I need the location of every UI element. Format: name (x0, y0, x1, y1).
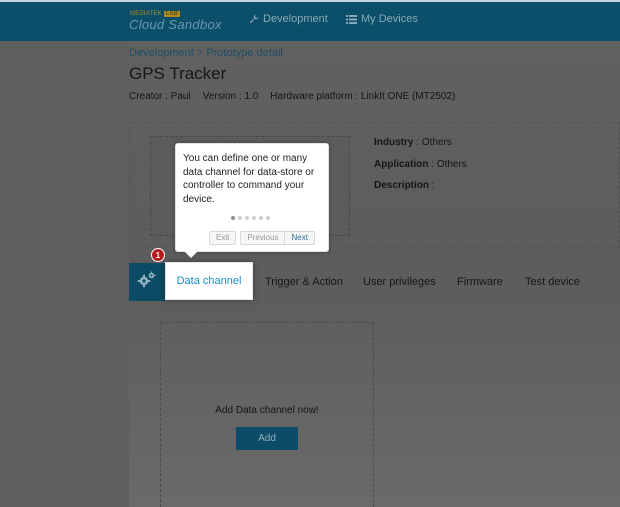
left-gutter (0, 41, 129, 507)
breadcrumb: Development > Prototype detail (129, 47, 283, 59)
tour-dot[interactable] (231, 216, 235, 220)
tour-progress-dots (231, 216, 270, 220)
tour-next-button[interactable]: Next (285, 231, 315, 245)
breadcrumb-current: Prototype detail (206, 47, 283, 59)
application-value: : Others (428, 159, 467, 170)
description-info: Description : (374, 180, 435, 191)
nav-development[interactable]: Development (249, 13, 328, 25)
add-data-channel-button[interactable]: Add (236, 427, 298, 450)
tour-nav-group: Previous Next (240, 231, 315, 245)
tour-buttons: Exit Previous Next (209, 231, 315, 245)
gear-icon (137, 271, 157, 294)
nav-my-devices[interactable]: My Devices (346, 13, 418, 25)
breadcrumb-development-link[interactable]: Development (129, 47, 194, 59)
tour-step-badge: 1 (151, 248, 165, 262)
tab-firmware[interactable]: Firmware (457, 276, 503, 288)
tour-dot[interactable] (245, 216, 249, 220)
tour-dot[interactable] (266, 216, 270, 220)
tour-dot[interactable] (238, 216, 242, 220)
tab-test-device[interactable]: Test device (525, 276, 580, 288)
industry-label: Industry (374, 137, 414, 148)
tour-exit-button[interactable]: Exit (209, 231, 237, 245)
tour-previous-button[interactable]: Previous (240, 231, 286, 245)
brand-logo[interactable]: Cloud Sandbox (129, 17, 222, 32)
tour-tooltip-text: You can define one or many data channel … (183, 153, 315, 205)
nav-my-devices-label: My Devices (361, 13, 418, 25)
platform-text: Hardware platform : LinkIt ONE (MT2502) (270, 91, 456, 102)
version-text: Version : 1.0 (202, 91, 259, 102)
creator-text: Creator : Paul (129, 91, 191, 102)
nav-development-label: Development (263, 13, 328, 25)
tour-dot[interactable] (252, 216, 256, 220)
tab-trigger-action[interactable]: Trigger & Action (265, 276, 343, 288)
list-icon (346, 14, 357, 24)
industry-value: : Others (413, 137, 452, 148)
tour-tooltip: You can define one or many data channel … (175, 143, 329, 258)
breadcrumb-separator: > (196, 47, 204, 59)
industry-info: Industry : Others (374, 137, 452, 148)
application-label: Application (374, 159, 429, 170)
description-value: : (429, 180, 435, 191)
settings-gear-button[interactable] (129, 263, 165, 301)
add-data-channel-prompt: Add Data channel now! (215, 405, 319, 416)
wrench-icon (249, 14, 259, 24)
prototype-meta: Creator : Paul Version : 1.0 Hardware pl… (129, 91, 455, 102)
tab-data-channel[interactable]: Data channel (165, 262, 253, 300)
page-title: GPS Tracker (129, 64, 227, 83)
application-info: Application : Others (374, 159, 467, 170)
tour-dot[interactable] (259, 216, 263, 220)
tab-user-privileges[interactable]: User privileges (363, 276, 436, 288)
description-label: Description (374, 180, 430, 191)
